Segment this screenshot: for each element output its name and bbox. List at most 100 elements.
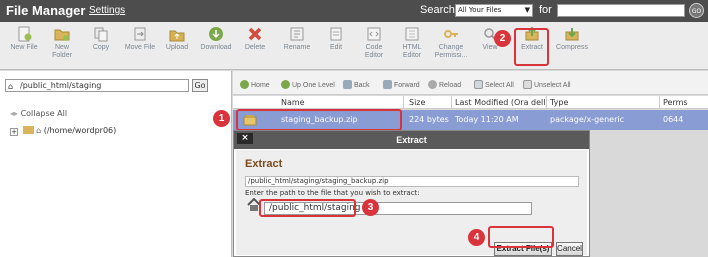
nav-select-all-label: Select All: [485, 82, 514, 89]
forward-icon: [383, 80, 392, 89]
col-last-modified[interactable]: Last Modified (Ora dell'Ir: [455, 98, 545, 107]
up-icon: [281, 80, 290, 89]
file-size: 224 bytes: [409, 115, 449, 124]
new-file-button[interactable]: New File: [4, 26, 44, 52]
dialog-title: Extract: [234, 131, 589, 149]
column-divider: [451, 96, 452, 109]
search-scope-select[interactable]: All Your Files ▼: [455, 4, 533, 17]
change-permissions-button[interactable]: Change Permissi...: [431, 26, 471, 60]
file-table-header: Name Size Last Modified (Ora dell'Ir Typ…: [233, 96, 708, 109]
path-value: /public_html/staging: [20, 81, 102, 90]
column-divider: [546, 96, 547, 109]
nav-up-one-level[interactable]: Up One Level: [281, 80, 335, 89]
search-label: Search: [420, 4, 455, 16]
nav-reload[interactable]: Reload: [428, 80, 461, 89]
extract-highlight: [514, 28, 549, 66]
rename-label: Rename: [283, 44, 311, 51]
app-header: File Manager Settings Search All Your Fi…: [0, 0, 708, 22]
file-perms: 0644: [663, 115, 684, 124]
file-highlight: [236, 109, 402, 131]
collapse-icon: ◂▸: [10, 109, 19, 118]
cancel-button[interactable]: Cancel: [556, 242, 583, 256]
home-icon: [240, 80, 249, 89]
home-icon: ⌂: [8, 82, 14, 91]
change-permissions-label: Change Permissi...: [434, 44, 468, 59]
callout-3: 3: [362, 199, 379, 216]
nav-home[interactable]: Home: [240, 80, 270, 89]
reload-icon: [428, 80, 437, 89]
new-folder-button[interactable]: New Folder: [42, 26, 82, 60]
app-title: File Manager: [6, 3, 86, 18]
move-file-button[interactable]: Move File: [120, 26, 160, 52]
dialog-title-text: Extract: [396, 135, 427, 145]
navigation-bar: Home Up One Level Back Forward Reload Se…: [233, 71, 708, 95]
close-icon[interactable]: ×: [237, 133, 253, 144]
new-file-icon: [18, 26, 32, 42]
callout-2: 2: [494, 30, 511, 47]
upload-icon: [169, 30, 185, 42]
copy-label: Copy: [92, 44, 110, 51]
edit-button[interactable]: Edit: [316, 26, 356, 52]
nav-home-label: Home: [251, 82, 270, 89]
copy-icon: [94, 27, 108, 42]
extract-files-highlight: [488, 226, 554, 248]
nav-up-label: Up One Level: [292, 82, 335, 89]
tree-home-row[interactable]: + ⌂ (/home/wordpr06): [10, 126, 116, 136]
back-icon: [343, 80, 352, 89]
delete-label: Delete: [244, 44, 266, 51]
compress-button[interactable]: Compress: [552, 26, 592, 52]
dialog-heading: Extract: [245, 158, 283, 170]
nav-reload-label: Reload: [439, 82, 462, 89]
download-button[interactable]: Download: [196, 26, 236, 52]
edit-icon: [330, 27, 342, 41]
key-icon: [444, 30, 458, 38]
code-editor-icon: [367, 27, 381, 41]
collapse-all-link[interactable]: ◂▸ Collapse All: [10, 109, 67, 118]
nav-select-all[interactable]: Select All: [474, 80, 514, 89]
compress-label: Compress: [556, 44, 588, 51]
path-input[interactable]: ⌂ /public_html/staging: [5, 79, 189, 92]
settings-link[interactable]: Settings: [89, 5, 125, 16]
nav-forward[interactable]: Forward: [383, 80, 420, 89]
upload-button[interactable]: Upload: [157, 26, 197, 52]
home-icon: ⌂: [36, 126, 42, 135]
path-go-button[interactable]: Go: [192, 79, 208, 92]
tree-home-label: (/home/wordpr06): [43, 126, 117, 135]
delete-icon: [248, 27, 262, 41]
folder-icon: [22, 126, 34, 134]
nav-forward-label: Forward: [394, 82, 420, 89]
edit-label: Edit: [329, 44, 343, 51]
delete-button[interactable]: Delete: [235, 26, 275, 52]
rename-button[interactable]: Rename: [277, 26, 317, 52]
nav-unselect-all[interactable]: Unselect All: [523, 80, 571, 89]
move-icon: [134, 27, 146, 41]
toolbar: New File New Folder Copy Move File Uploa…: [0, 22, 708, 70]
expand-icon: +: [10, 128, 18, 136]
html-editor-icon: [405, 27, 419, 41]
callout-4: 4: [468, 229, 485, 246]
file-modified: Today 11:20 AM: [455, 115, 519, 124]
col-name[interactable]: Name: [281, 98, 305, 107]
search-input[interactable]: [557, 4, 685, 17]
search-go-button[interactable]: GO: [689, 3, 704, 18]
html-editor-label: HTML Editor: [402, 44, 422, 59]
download-label: Download: [200, 44, 232, 51]
new-folder-label: New Folder: [52, 44, 72, 59]
compress-icon: [565, 28, 579, 41]
copy-button[interactable]: Copy: [81, 26, 121, 52]
file-type: package/x-generic: [550, 115, 624, 124]
dialog-instruction: Enter the path to the file that you wish…: [245, 189, 420, 197]
nav-unselect-all-label: Unselect All: [534, 82, 571, 89]
collapse-all-label: Collapse All: [20, 109, 68, 118]
col-size[interactable]: Size: [409, 98, 425, 107]
column-divider: [659, 96, 660, 109]
code-editor-label: Code Editor: [364, 44, 384, 59]
col-type[interactable]: Type: [550, 98, 568, 107]
col-perms[interactable]: Perms: [663, 98, 688, 107]
nav-back-label: Back: [354, 82, 370, 89]
html-editor-button[interactable]: HTML Editor: [392, 26, 432, 60]
new-folder-icon: [54, 29, 70, 41]
nav-back[interactable]: Back: [343, 80, 370, 89]
code-editor-button[interactable]: Code Editor: [354, 26, 394, 60]
column-divider: [403, 96, 404, 109]
